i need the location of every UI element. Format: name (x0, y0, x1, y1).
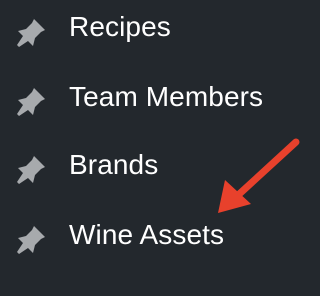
sidebar-item-label: Team Members (69, 81, 264, 112)
pin-icon (12, 82, 52, 118)
pin-icon (12, 150, 52, 186)
sidebar-item-brands[interactable]: Brands (0, 142, 300, 190)
sidebar-item-recipes[interactable]: Recipes (0, 5, 300, 53)
sidebar-item-label: Brands (69, 149, 159, 180)
sidebar-item-team-members[interactable]: Team Members (0, 74, 300, 122)
admin-sidebar-menu: Recipes Team Members Brands Wine Assets (0, 0, 318, 296)
pin-icon (12, 13, 52, 49)
sidebar-item-label: Wine Assets (69, 219, 225, 250)
sidebar-item-label: Recipes (69, 11, 171, 42)
pin-icon (12, 220, 52, 256)
sidebar-item-wine-assets[interactable]: Wine Assets (0, 212, 300, 260)
